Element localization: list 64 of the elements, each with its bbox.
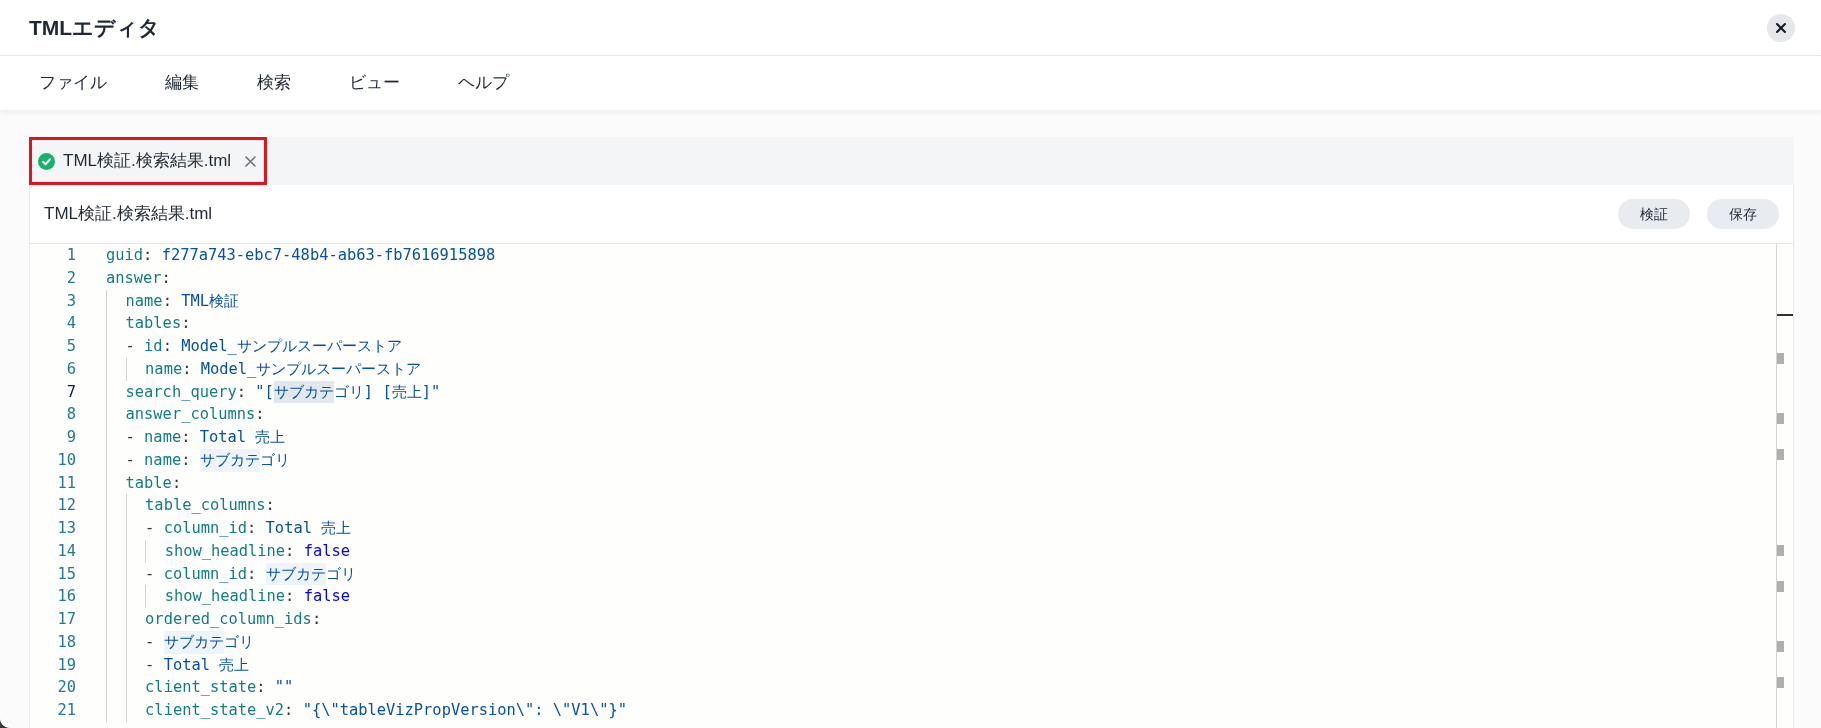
overview-ruler-mark — [1777, 581, 1784, 592]
line-number: 9 — [65, 427, 76, 448]
line-number: 16 — [56, 586, 76, 608]
overview-ruler-mark — [1777, 449, 1784, 460]
code-line: - column_id: Total 売上 — [106, 517, 352, 540]
toolbar-button[interactable]: 検証 — [1618, 199, 1690, 229]
code-line: table: — [106, 471, 182, 495]
close-icon — [1775, 21, 1787, 34]
code-line: - id: Model_サンプルスーパーストア — [106, 335, 402, 358]
code-line: - name: サブカテゴリ — [106, 448, 290, 472]
code-line: search_query: "[サブカテゴリ] [売上]" — [106, 380, 441, 404]
tab-label: TML検証.検索結果.tml — [63, 150, 232, 173]
line-number: 2 — [65, 267, 76, 289]
menu-item[interactable]: ヘルプ — [444, 64, 523, 102]
line-number: 4 — [65, 313, 76, 335]
line-number: 8 — [65, 404, 76, 426]
line-number: 19 — [56, 654, 76, 676]
code-line: show_headline: false — [106, 585, 350, 608]
line-number: 1 — [65, 245, 76, 266]
line-number: 20 — [56, 677, 76, 699]
overview-ruler-mark — [1777, 677, 1784, 688]
line-number: 13 — [56, 518, 76, 539]
line-number: 15 — [56, 563, 76, 585]
window-title: TMLエディタ — [29, 14, 161, 41]
file-name: TML検証.検索結果.tml — [44, 203, 213, 226]
menu-item[interactable]: ファイル — [25, 64, 121, 102]
code-line: answer_columns: — [106, 403, 265, 426]
line-number: 14 — [56, 540, 76, 562]
line-number: 17 — [56, 609, 76, 630]
code-line: guid: f277a743-ebc7-48b4-ab63-fb7616915898 — [106, 245, 496, 266]
overview-ruler-mark — [1777, 353, 1784, 364]
toolbar-button[interactable]: 保存 — [1707, 199, 1779, 229]
code-line: - name: Total 売上 — [106, 426, 286, 449]
file-tab[interactable]: TML検証.検索結果.tml — [29, 137, 268, 185]
code-line: - Total 売上 — [106, 653, 250, 677]
code-line: answer: — [106, 267, 171, 289]
line-number: 12 — [56, 495, 76, 517]
code-line: table_columns: — [106, 494, 275, 517]
code-line: name: TML検証 — [106, 289, 239, 313]
line-number: 7 — [65, 381, 76, 403]
overview-ruler-mark — [1777, 413, 1784, 424]
line-number: 6 — [65, 358, 76, 380]
line-number: 3 — [65, 290, 76, 312]
line-number: 5 — [65, 336, 76, 357]
menu-item[interactable]: ビュー — [335, 64, 414, 102]
overview-ruler-mark — [1777, 545, 1784, 556]
cursor-mark — [1777, 314, 1793, 316]
code-line: client_state: "" — [106, 676, 294, 699]
line-number: 21 — [56, 700, 76, 721]
code-line: client_state_v2: "{\"tableVizPropVersion\": \"V1\"}" — [106, 699, 627, 722]
code-line: - サブカテゴリ — [106, 630, 254, 654]
menu-item[interactable]: 検索 — [243, 64, 305, 102]
code-line: ordered_column_ids: — [106, 608, 322, 631]
close-button[interactable] — [1767, 13, 1795, 42]
code-line: - column_id: サブカテゴリ — [106, 562, 356, 586]
line-number: 10 — [56, 449, 76, 471]
code-line: name: Model_サンプルスーパーストア — [106, 357, 422, 381]
line-number: 11 — [56, 472, 76, 494]
code-line: tables: — [106, 312, 191, 335]
line-number: 18 — [56, 631, 76, 653]
close-icon[interactable] — [245, 155, 257, 167]
code-line: show_headline: false — [106, 539, 350, 563]
menu-item[interactable]: 編集 — [151, 64, 213, 102]
overview-ruler-mark — [1777, 641, 1784, 652]
